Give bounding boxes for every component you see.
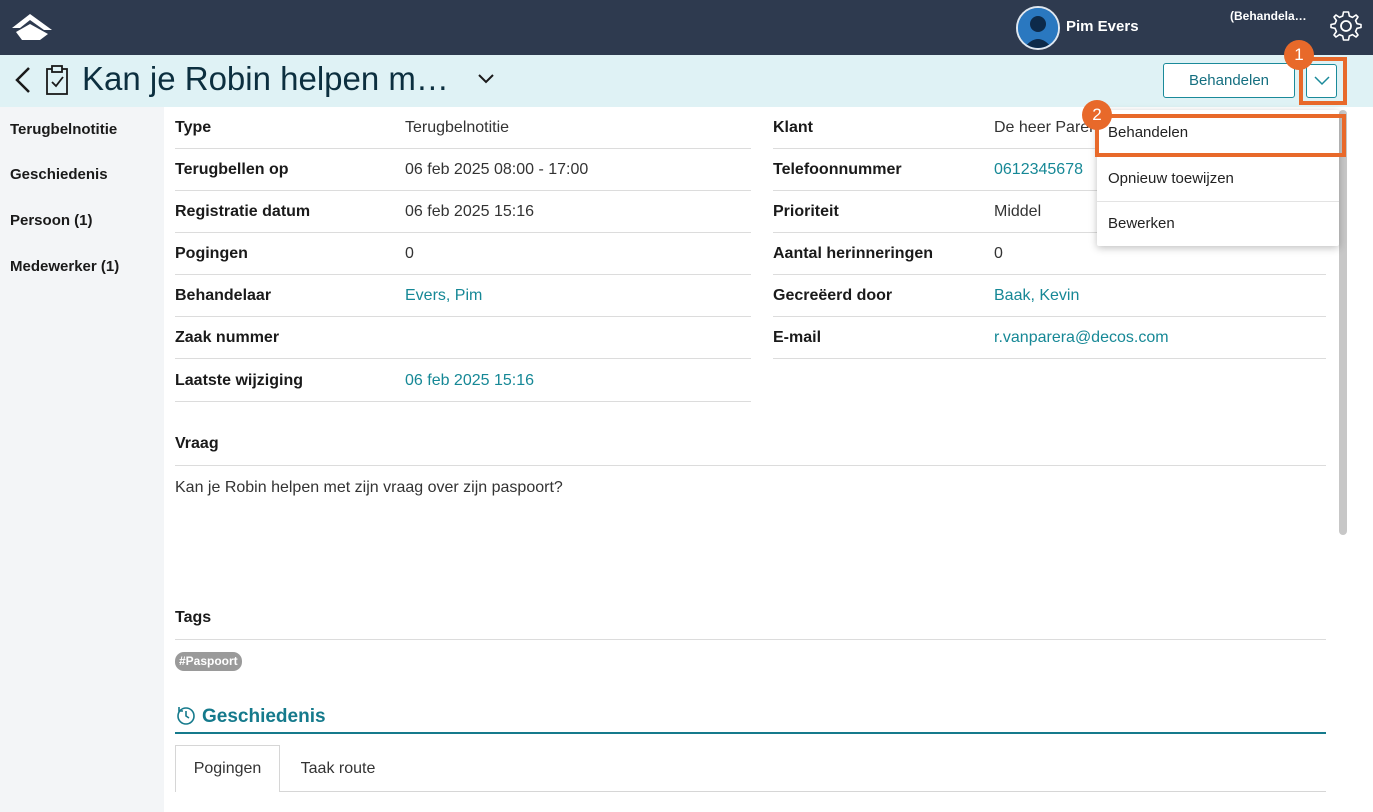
gear-icon[interactable]	[1329, 9, 1363, 43]
user-name[interactable]: Pim Evers	[1066, 18, 1139, 35]
field-label: Terugbellen op	[175, 161, 289, 178]
history-divider	[175, 732, 1326, 734]
field-label: E-mail	[773, 329, 822, 346]
field-label: Type	[175, 119, 212, 136]
field-row-registratie-datum: Registratie datum 06 feb 2025 15:16	[175, 191, 751, 233]
divider	[175, 465, 1326, 466]
field-row-terugbellen-op: Terugbellen op 06 feb 2025 08:00 - 17:00	[175, 149, 751, 191]
house-logo-icon[interactable]	[10, 12, 54, 42]
field-row-laatste-wijziging: Laatste wijziging 06 feb 2025 15:16	[175, 359, 751, 402]
field-label: Klant	[773, 119, 813, 136]
handle-button[interactable]: Behandelen	[1163, 63, 1295, 98]
field-value: 06 feb 2025 15:16	[405, 203, 535, 220]
divider	[175, 639, 1326, 640]
scrollbar[interactable]	[1339, 110, 1347, 535]
tag-chip[interactable]: #Paspoort	[175, 652, 242, 671]
sidebar-item-medewerker[interactable]: Medewerker (1)	[10, 258, 119, 275]
field-label: Registratie datum	[175, 203, 311, 220]
sidebar: Terugbelnotitie Geschiedenis Persoon (1)…	[0, 107, 164, 812]
tab-pogingen[interactable]: Pogingen	[175, 745, 280, 792]
field-label: Zaak nummer	[175, 329, 280, 346]
field-value: 0	[405, 245, 414, 262]
field-row-email: E-mail r.vanparera@decos.com	[773, 317, 1326, 359]
sidebar-item-persoon[interactable]: Persoon (1)	[10, 212, 93, 229]
creator-link[interactable]: Baak, Kevin	[994, 287, 1079, 305]
top-bar: Pim Evers (Behandela…	[0, 0, 1373, 55]
field-label: Behandelaar	[175, 287, 272, 304]
field-label: Prioriteit	[773, 203, 839, 220]
question-text: Kan je Robin helpen met zijn vraag over …	[175, 479, 563, 496]
chevron-down-icon[interactable]	[476, 72, 496, 86]
page-header: Kan je Robin helpen m… Behandelen	[0, 55, 1373, 107]
field-row-pogingen: Pogingen 0	[175, 233, 751, 275]
last-modified-link[interactable]: 06 feb 2025 15:16	[405, 372, 534, 390]
field-label: Telefoonnummer	[773, 161, 902, 178]
clipboard-check-icon	[46, 65, 68, 95]
tabs-divider	[280, 791, 1326, 792]
field-value: Terugbelnotitie	[405, 119, 510, 136]
menu-item-bewerken[interactable]: Bewerken	[1097, 201, 1339, 246]
history-section-title: Geschiedenis	[202, 706, 326, 727]
annotation-highlight-2	[1095, 114, 1346, 157]
phone-link[interactable]: 0612345678	[994, 161, 1083, 179]
field-row-behandelaar: Behandelaar Evers, Pim	[175, 275, 751, 317]
actions-dropdown-button[interactable]	[1306, 64, 1337, 98]
sidebar-item-terugbelnotitie[interactable]: Terugbelnotitie	[10, 121, 117, 138]
field-row-type: Type Terugbelnotitie	[175, 107, 751, 149]
user-role: (Behandela…	[1230, 9, 1307, 23]
assignee-link[interactable]: Evers, Pim	[405, 287, 482, 305]
history-clock-icon	[177, 707, 195, 725]
field-row-gecreeerd-door: Gecreëerd door Baak, Kevin	[773, 275, 1326, 317]
field-row-zaak-nummer: Zaak nummer	[175, 317, 751, 359]
back-arrow-icon[interactable]	[12, 65, 34, 95]
annotation-badge-2: 2	[1082, 100, 1112, 130]
field-label: Laatste wijziging	[175, 372, 304, 389]
field-label: Aantal herinneringen	[773, 245, 934, 262]
sidebar-item-geschiedenis[interactable]: Geschiedenis	[10, 166, 108, 183]
tab-taak-route[interactable]: Taak route	[282, 745, 394, 792]
field-label: Gecreëerd door	[773, 287, 893, 304]
question-label: Vraag	[175, 435, 219, 452]
avatar[interactable]	[1016, 6, 1060, 50]
email-link[interactable]: r.vanparera@decos.com	[994, 329, 1169, 347]
tags-label: Tags	[175, 609, 212, 626]
page-title: Kan je Robin helpen m…	[82, 60, 449, 97]
field-label: Pogingen	[175, 245, 248, 262]
field-value: 0	[994, 245, 1003, 262]
annotation-badge-1: 1	[1284, 40, 1314, 70]
field-value: 06 feb 2025 08:00 - 17:00	[405, 161, 589, 178]
field-value: Middel	[994, 203, 1042, 220]
menu-item-opnieuw-toewijzen[interactable]: Opnieuw toewijzen	[1097, 156, 1339, 201]
chevron-down-icon	[1313, 76, 1330, 86]
